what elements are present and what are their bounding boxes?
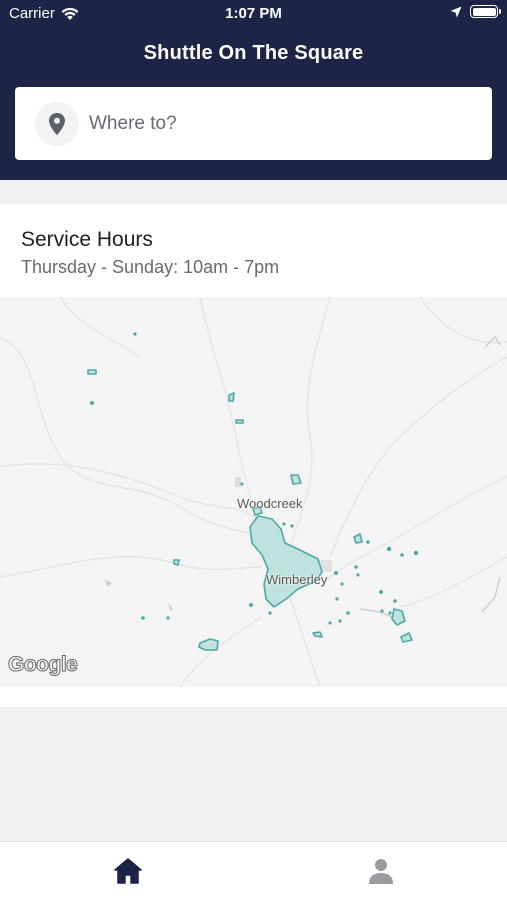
status-time: 1:07 PM (225, 5, 282, 22)
google-logo: Google (7, 653, 78, 677)
destination-search[interactable]: Where to? (15, 87, 492, 160)
tab-bar (0, 841, 507, 900)
tab-profile[interactable] (366, 856, 396, 886)
service-hours-card: Service Hours Thursday - Sunday: 10am - … (0, 204, 507, 297)
tab-home[interactable] (113, 856, 143, 886)
app-header: Carrier 1:07 PM Shuttle On The Square Wh… (0, 0, 507, 180)
person-icon (369, 859, 393, 884)
status-right (450, 5, 501, 18)
service-hours-detail: Thursday - Sunday: 10am - 7pm (21, 257, 280, 277)
location-pin-icon (35, 101, 79, 146)
map-label-woodcreek: Woodcreek (237, 496, 303, 511)
home-icon (114, 858, 142, 884)
map-footer-strip (0, 687, 507, 707)
location-arrow-icon (450, 6, 462, 17)
service-area-map[interactable]: Woodcreek Wimberley Google (0, 297, 507, 687)
battery-icon (470, 5, 501, 18)
page-title: Shuttle On The Square (143, 42, 364, 64)
map-canvas[interactable] (0, 297, 507, 687)
content-background (0, 707, 507, 841)
status-bar: Carrier 1:07 PM (0, 0, 507, 28)
search-placeholder: Where to? (89, 112, 177, 134)
service-hours-title: Service Hours (21, 228, 153, 251)
map-label-wimberley: Wimberley (266, 572, 328, 587)
